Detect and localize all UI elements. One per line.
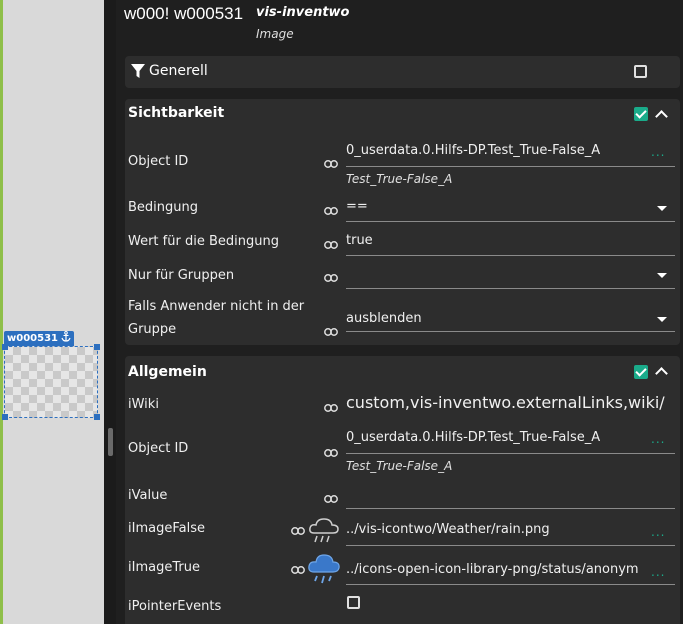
object-id-input[interactable]: 0_userdata.0.Hilfs-DP.Test_True-False_A (346, 430, 616, 445)
iimagefalse-label: iImageFalse (128, 521, 205, 536)
gruppen-label: Nur für Gruppen (128, 268, 235, 283)
iwiki-input[interactable]: custom,vis-inventwo.externalLinks,wiki/ (346, 393, 676, 412)
object-id-browse-button[interactable]: ... (651, 432, 665, 446)
link-icon[interactable] (291, 559, 305, 574)
resize-handle[interactable] (2, 414, 8, 420)
section-generell-title: Generell (149, 63, 208, 79)
iwiki-label: iWiki (128, 397, 159, 412)
resize-handle[interactable] (94, 414, 100, 420)
canvas-background (3, 0, 104, 624)
panel-divider (104, 0, 116, 624)
object-id-label: Object ID (128, 154, 189, 169)
object-id-name: Test_True-False_A (346, 172, 453, 186)
sichtbarkeit-checkbox[interactable] (634, 107, 648, 121)
rain-cloud-icon (308, 516, 340, 550)
collapse-chevron-icon[interactable] (655, 367, 668, 380)
section-sichtbarkeit: Sichtbarkeit Object ID 0_userdata.0.Hilf… (125, 99, 680, 345)
link-icon[interactable] (324, 442, 338, 457)
link-icon[interactable] (324, 234, 338, 249)
input-underline (346, 508, 675, 509)
dropdown-caret-icon[interactable] (657, 317, 667, 322)
widget-tag-label: w000531 (7, 333, 58, 344)
filter-icon (131, 64, 145, 83)
iimagetrue-input[interactable]: ../icons-open-icon-library-png/status/an… (346, 562, 644, 577)
wert-label: Wert für die Bedingung (128, 234, 279, 249)
input-underline (346, 255, 675, 256)
input-underline (346, 288, 675, 289)
generell-checkbox[interactable] (634, 65, 647, 78)
link-icon[interactable] (291, 520, 305, 535)
splitter-handle[interactable] (108, 428, 113, 456)
link-icon[interactable] (324, 200, 338, 215)
ivalue-label: iValue (128, 488, 168, 503)
canvas-area[interactable]: w000531 (0, 0, 104, 624)
section-generell[interactable]: Generell (125, 56, 680, 88)
widget-ids: w000! w000531 (124, 4, 244, 23)
selected-widget[interactable] (2, 344, 100, 420)
link-icon[interactable] (324, 397, 338, 412)
iimagetrue-label: iImageTrue (128, 560, 200, 575)
link-icon[interactable] (324, 153, 338, 168)
dropdown-caret-icon[interactable] (657, 273, 667, 278)
resize-handle[interactable] (94, 344, 100, 350)
input-underline (346, 221, 675, 222)
falls-label-line2: Gruppe (128, 322, 177, 337)
section-allgemein: Allgemein iWiki custom,vis-inventwo.exte… (125, 356, 680, 624)
widget-set: vis-inventwo (256, 5, 350, 20)
object-id-label: Object ID (128, 441, 189, 456)
ipointerevents-checkbox[interactable] (347, 596, 360, 609)
iimagefalse-input[interactable]: ../vis-icontwo/Weather/rain.png (346, 522, 646, 537)
link-icon[interactable] (324, 267, 338, 282)
collapse-chevron-icon[interactable] (655, 110, 668, 123)
section-sichtbarkeit-title: Sichtbarkeit (128, 105, 225, 121)
resize-handle[interactable] (2, 344, 8, 350)
widget-tag[interactable]: w000531 (4, 330, 74, 347)
input-underline (346, 331, 675, 332)
ipointerevents-label: iPointerEvents (128, 599, 222, 614)
wert-input[interactable]: true (346, 233, 646, 248)
anchor-icon (61, 330, 71, 347)
falls-select[interactable]: ausblenden (346, 311, 646, 326)
widget-type: Image (256, 27, 294, 41)
iimagefalse-browse-button[interactable]: ... (651, 525, 665, 539)
link-icon[interactable] (324, 321, 338, 336)
object-id-browse-button[interactable]: ... (651, 145, 665, 159)
allgemein-checkbox[interactable] (634, 365, 648, 379)
input-underline (346, 545, 675, 546)
input-underline (346, 166, 675, 167)
object-id-name: Test_True-False_A (346, 459, 453, 473)
input-underline (346, 453, 675, 454)
link-icon[interactable] (324, 488, 338, 503)
bedingung-label: Bedingung (128, 200, 199, 215)
properties-panel: w000! w000531 vis-inventwo Image Generel… (116, 0, 683, 624)
falls-label: Falls Anwender nicht in der (128, 299, 305, 314)
object-id-input[interactable]: 0_userdata.0.Hilfs-DP.Test_True-False_A (346, 143, 616, 158)
section-allgemein-title: Allgemein (128, 364, 207, 380)
iimagetrue-browse-button[interactable]: ... (651, 565, 665, 579)
bedingung-select[interactable]: == (346, 199, 646, 214)
weather-cloud-icon (307, 552, 341, 590)
input-underline (346, 584, 675, 585)
dropdown-caret-icon[interactable] (657, 206, 667, 211)
